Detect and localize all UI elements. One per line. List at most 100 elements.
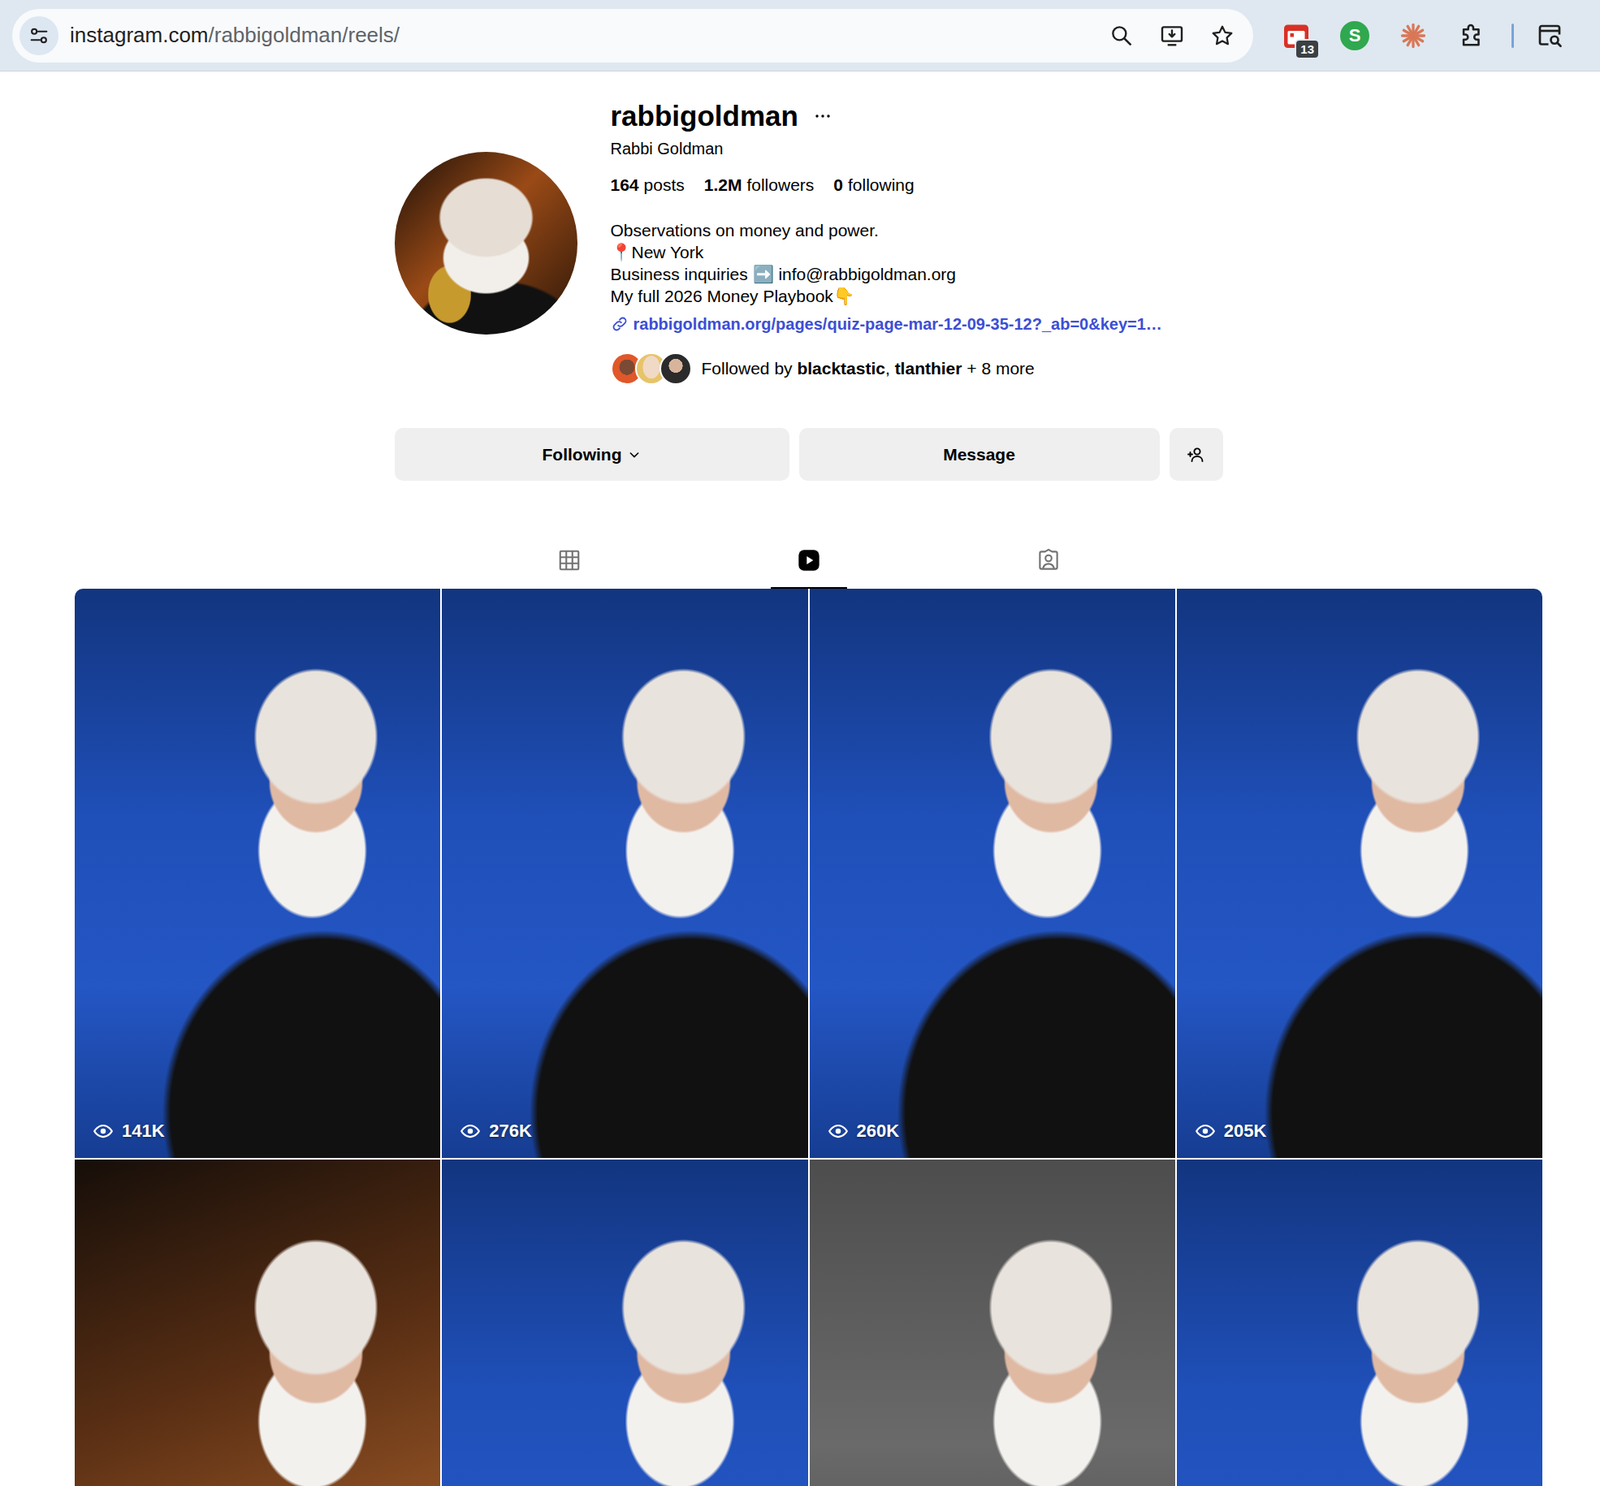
address-bar-actions [1108,22,1236,49]
followed-by-part: Followed by [701,358,798,378]
username-row: rabbigoldman [610,100,1224,132]
stat-label[interactable]: following [847,174,915,195]
followed-by-text[interactable]: Followed by blacktastic, tlanthier + 8 m… [701,358,1035,380]
stat-item[interactable]: 1.2Mfollowers [704,174,815,195]
eye-icon [1194,1120,1216,1142]
toolbar-separator [1511,23,1514,48]
profile-page: rabbigoldmanRabbi Goldman164posts1.2Mfol… [0,71,1600,1486]
profile-actions: Following Message [394,428,1224,481]
stat-value: 164 [610,174,640,195]
followed-by[interactable]: Followed by blacktastic, tlanthier + 8 m… [610,352,1224,385]
bio-line: My full 2026 Money Playbook👇 [610,285,1224,308]
extensions: 13 S [1277,17,1565,55]
view-count-text: 205K [1223,1120,1268,1142]
profile-tab[interactable] [928,533,1168,589]
bio: Observations on money and power.📍New Yor… [610,219,1224,308]
url-host[interactable]: instagram.com [69,22,209,48]
bio-link-text[interactable]: rabbigoldman.org/pages/quiz-page-mar-12-… [633,313,1163,335]
bio-line: Business inquiries ➡️ info@rabbigoldman.… [610,263,1224,286]
profile-info: rabbigoldmanRabbi Goldman164posts1.2Mfol… [610,100,1224,385]
extension-button[interactable] [1452,17,1491,55]
profile-stats: 164posts 1.2Mfollowers 0following [610,174,1224,195]
follower-avatar[interactable] [659,352,692,385]
message-label[interactable]: Message [942,441,1016,468]
reels-icon[interactable] [795,547,822,574]
view-count-text: 260K [856,1120,900,1142]
reel-thumbnail[interactable] [74,588,441,1159]
reels-grid: 141K 276K 260K 205K [74,588,1543,1486]
reel-tile[interactable] [441,1159,808,1486]
profile-tabs [17,533,1600,589]
reel-thumbnail[interactable] [441,588,808,1159]
grid-icon[interactable] [557,548,582,573]
tab-icon-area[interactable] [795,533,822,588]
reel-tile[interactable] [1176,1159,1543,1486]
bio-link[interactable]: rabbigoldman.org/pages/quiz-page-mar-12-… [610,313,1224,335]
stat-label: posts [644,174,685,195]
follower-avatars[interactable] [610,352,692,385]
suggest-people-button[interactable] [1169,428,1224,481]
reel-tile[interactable]: 141K [74,588,441,1159]
stat-value[interactable]: 1.2M [704,174,743,195]
username: rabbigoldman [610,100,799,132]
url-text[interactable]: instagram.com/rabbigoldman/reels/ [69,22,400,48]
asterisk-logo-icon[interactable] [1398,21,1428,51]
site-info-button[interactable] [19,16,59,56]
bio-line: 📍New York [610,241,1224,264]
stat-value[interactable]: 0 [833,174,844,195]
following-label[interactable]: Following [542,441,623,468]
profile-tab[interactable] [688,533,929,589]
follower-name[interactable]: tlanthier [895,358,963,378]
extension-logo[interactable]: S [1340,21,1370,51]
address-bar[interactable]: instagram.com/rabbigoldman/reels/ [12,8,1254,63]
tab-icon-area[interactable] [1036,533,1061,588]
view-count: 205K [1194,1120,1268,1142]
followed-by-part: , [885,358,896,378]
install-app-icon[interactable] [1158,22,1185,49]
stat-label[interactable]: followers [746,174,814,195]
stat-item: 164posts [610,174,685,195]
side-panel-icon[interactable] [1535,21,1565,51]
view-count: 141K [92,1120,165,1142]
view-count: 260K [827,1120,900,1142]
reel-thumbnail[interactable] [1176,1159,1543,1486]
url-path[interactable]: /rabbigoldman/reels/ [208,22,401,48]
tagged-icon[interactable] [1036,548,1061,573]
reel-thumbnail[interactable] [74,1159,441,1486]
link-icon[interactable] [610,315,629,333]
extension-button[interactable]: S [1336,17,1374,55]
tab-icon-area[interactable] [557,533,582,588]
reel-thumbnail[interactable] [809,588,1176,1159]
reel-thumbnail[interactable] [441,1159,808,1486]
puzzle-icon[interactable] [1457,21,1486,50]
bookmark-star-icon[interactable] [1209,22,1236,49]
profile-picture[interactable] [394,151,578,335]
profile-tab[interactable] [449,533,689,589]
message-button[interactable]: Message [799,428,1160,481]
reel-tile[interactable] [74,1159,441,1486]
eye-icon [827,1120,849,1142]
following-button[interactable]: Following [394,428,790,481]
reel-tile[interactable]: 260K [809,588,1176,1159]
full-name: Rabbi Goldman [610,139,1224,159]
reel-thumbnail[interactable] [1176,588,1543,1159]
profile-header: rabbigoldmanRabbi Goldman164posts1.2Mfol… [394,71,1224,385]
reel-tile[interactable]: 205K [1176,588,1543,1159]
view-count: 276K [459,1120,532,1142]
follower-name[interactable]: blacktastic [796,358,886,378]
more-options-icon[interactable] [812,106,833,126]
extension-button[interactable]: 13 [1277,17,1315,55]
zoom-icon[interactable] [1108,22,1135,49]
reel-tile[interactable]: 276K [441,588,808,1159]
followed-by-part: + 8 more [961,358,1034,378]
tune-icon[interactable] [27,24,51,48]
add-person-icon[interactable] [1186,445,1207,465]
extension-button[interactable] [1394,17,1432,55]
stat-item[interactable]: 0following [833,174,914,195]
view-count-text: 141K [121,1120,165,1142]
reel-thumbnail[interactable] [809,1159,1176,1486]
reel-tile[interactable] [809,1159,1176,1486]
chevron-down-icon[interactable] [627,448,641,462]
eye-icon [92,1120,114,1142]
view-count-text: 276K [488,1120,532,1142]
